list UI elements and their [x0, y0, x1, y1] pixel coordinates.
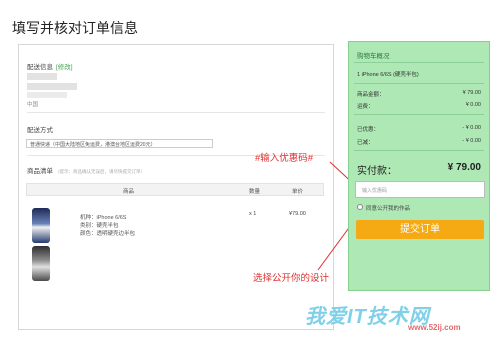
divider	[354, 150, 484, 151]
freight-value: ¥ 0.00	[465, 102, 481, 108]
divider	[354, 83, 484, 84]
freight-row: 运费： ¥ 0.00	[357, 102, 481, 110]
amount-value: ¥ 79.00	[462, 90, 481, 96]
total-value: ¥ 79.00	[447, 162, 481, 173]
cart-item: 1 iPhone 6/6S (硬壳半包)	[357, 72, 419, 78]
discount-value: - ¥ 0.00	[462, 125, 481, 131]
watermark-url: www.52ij.com	[408, 323, 461, 332]
cart-summary-panel: 购物车概况 1 iPhone 6/6S (硬壳半包) 商品金额： ¥ 79.00 …	[348, 41, 490, 291]
amount-row: 商品金额： ¥ 79.00	[357, 90, 481, 98]
divider	[354, 62, 484, 63]
reduce-label: 已减：	[357, 140, 374, 146]
reduce-row: 已减： - ¥ 0.00	[357, 138, 481, 146]
public-work-label[interactable]: 同意公开我的作品	[366, 204, 410, 212]
amount-label: 商品金额：	[357, 92, 385, 98]
total-row: 实付款： ¥ 79.00	[357, 162, 481, 177]
total-label: 实付款：	[357, 166, 397, 177]
reduce-value: - ¥ 0.00	[462, 138, 481, 144]
freight-label: 运费：	[357, 104, 374, 110]
public-work-radio[interactable]	[357, 204, 363, 210]
coupon-annotation: #输入优惠码#	[255, 153, 314, 164]
cart-title: 购物车概况	[357, 53, 390, 60]
submit-order-button[interactable]: 提交订单	[356, 220, 484, 239]
public-annotation: 选择公开你的设计	[253, 273, 330, 284]
discount-row: 已优惠： - ¥ 0.00	[357, 125, 481, 133]
coupon-input[interactable]: 输入优惠码	[355, 181, 485, 198]
discount-label: 已优惠：	[357, 127, 380, 133]
divider	[354, 114, 484, 115]
